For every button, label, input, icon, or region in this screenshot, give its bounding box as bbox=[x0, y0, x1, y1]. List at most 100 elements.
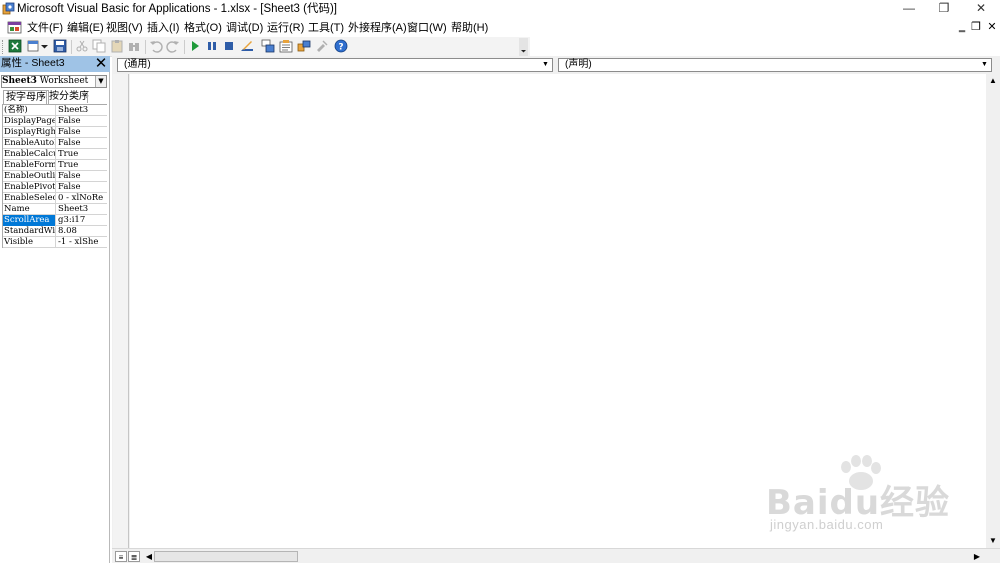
toolbar-overflow-button[interactable] bbox=[519, 38, 528, 56]
menu-insert[interactable]: 插入(I) bbox=[147, 21, 179, 35]
horizontal-scroll-thumb[interactable] bbox=[154, 551, 298, 562]
property-row[interactable]: EnableSelec 0 - xlNoRe bbox=[3, 193, 107, 204]
property-row[interactable]: DisplayPage False bbox=[3, 116, 107, 127]
properties-title-bar: 属性 - Sheet3 ✕ bbox=[0, 56, 110, 72]
property-value[interactable]: 0 - xlNoRe bbox=[57, 193, 107, 204]
design-mode-icon[interactable] bbox=[240, 39, 254, 53]
scroll-left-icon[interactable]: ◀ bbox=[144, 551, 154, 562]
property-name[interactable]: EnablePivot bbox=[3, 182, 56, 193]
property-name[interactable]: EnableCalcu bbox=[3, 149, 56, 160]
property-name[interactable]: EnableAutoF bbox=[3, 138, 56, 149]
chevron-down-icon[interactable]: ▼ bbox=[95, 76, 106, 87]
property-row[interactable]: (名称) Sheet3 bbox=[3, 105, 107, 116]
vba-app-icon bbox=[2, 2, 15, 15]
property-row[interactable]: EnableAutoF False bbox=[3, 138, 107, 149]
property-name[interactable]: ScrollArea bbox=[3, 215, 56, 226]
property-name[interactable]: Name bbox=[3, 204, 56, 215]
tab-categorized[interactable]: 按分类序 bbox=[46, 90, 91, 104]
object-combo[interactable]: (通用) ▼ bbox=[117, 58, 553, 72]
menu-tools[interactable]: 工具(T) bbox=[308, 21, 344, 35]
child-window-icon[interactable] bbox=[7, 20, 22, 35]
vertical-scrollbar[interactable]: ▲ ▼ bbox=[986, 74, 1000, 548]
procedure-combo[interactable]: (声明) ▼ bbox=[558, 58, 992, 72]
property-value[interactable]: True bbox=[57, 149, 107, 160]
toolbox-icon[interactable] bbox=[315, 39, 329, 53]
property-name[interactable]: EnableForma bbox=[3, 160, 56, 171]
save-icon[interactable] bbox=[53, 39, 67, 53]
property-row[interactable]: Name Sheet3 bbox=[3, 204, 107, 215]
close-button[interactable]: ✕ bbox=[963, 0, 999, 18]
cut-icon[interactable] bbox=[75, 39, 89, 53]
code-margin-indicator-bar[interactable] bbox=[113, 74, 129, 548]
property-row[interactable]: ScrollArea g3:i17 bbox=[3, 215, 107, 226]
property-name[interactable]: (名称) bbox=[3, 105, 56, 116]
property-name[interactable]: DisplayPage bbox=[3, 116, 56, 127]
chevron-down-icon[interactable]: ▼ bbox=[979, 60, 990, 70]
scroll-right-icon[interactable]: ▶ bbox=[972, 551, 982, 562]
menu-run[interactable]: 运行(R) bbox=[267, 21, 304, 35]
copy-icon[interactable] bbox=[92, 39, 106, 53]
menu-format[interactable]: 格式(O) bbox=[184, 21, 222, 35]
property-name[interactable]: EnableSelec bbox=[3, 193, 56, 204]
full-module-view-button[interactable]: ≣ bbox=[128, 551, 140, 562]
find-icon[interactable] bbox=[127, 39, 141, 53]
paste-icon[interactable] bbox=[110, 39, 124, 53]
property-value[interactable]: Sheet3 bbox=[57, 204, 107, 215]
mdi-close-button[interactable]: ✕ bbox=[985, 21, 999, 33]
property-row[interactable]: EnableForma True bbox=[3, 160, 107, 171]
chevron-down-icon[interactable] bbox=[40, 39, 49, 53]
property-row[interactable]: StandardWid 8.08 bbox=[3, 226, 107, 237]
property-value[interactable]: False bbox=[57, 182, 107, 193]
property-row[interactable]: EnableCalcu True bbox=[3, 149, 107, 160]
property-value[interactable]: -1 - xlShe bbox=[57, 237, 107, 248]
menu-help[interactable]: 帮助(H) bbox=[451, 21, 488, 35]
toolbar-grip[interactable] bbox=[2, 40, 5, 54]
property-value[interactable]: g3:i17 bbox=[57, 215, 107, 226]
property-row[interactable]: DisplayRigh False bbox=[3, 127, 107, 138]
procedure-view-button[interactable]: ≡ bbox=[115, 551, 127, 562]
insert-module-icon[interactable] bbox=[27, 39, 41, 53]
menu-debug[interactable]: 调试(D) bbox=[226, 21, 263, 35]
object-selector[interactable]: Sheet3 Worksheet ▼ bbox=[1, 75, 107, 88]
property-row[interactable]: EnableOutli False bbox=[3, 171, 107, 182]
property-value[interactable]: False bbox=[57, 127, 107, 138]
mdi-restore-button[interactable]: ❐ bbox=[969, 21, 983, 33]
scroll-down-icon[interactable]: ▼ bbox=[986, 534, 1000, 548]
reset-icon[interactable] bbox=[222, 39, 236, 53]
property-value[interactable]: Sheet3 bbox=[57, 105, 107, 116]
menu-window[interactable]: 窗口(W) bbox=[407, 21, 447, 35]
menu-view[interactable]: 视图(V) bbox=[106, 21, 143, 35]
redo-icon[interactable] bbox=[166, 39, 180, 53]
properties-icon[interactable] bbox=[279, 39, 293, 53]
help-icon[interactable]: ? bbox=[334, 39, 348, 53]
object-browser-icon[interactable] bbox=[297, 39, 311, 53]
property-name[interactable]: DisplayRigh bbox=[3, 127, 56, 138]
property-value[interactable]: True bbox=[57, 160, 107, 171]
menu-addins[interactable]: 外接程序(A) bbox=[348, 21, 407, 35]
excel-view-icon[interactable] bbox=[8, 39, 22, 53]
break-icon[interactable] bbox=[205, 39, 219, 53]
property-name[interactable]: Visible bbox=[3, 237, 56, 248]
property-name[interactable]: EnableOutli bbox=[3, 171, 56, 182]
project-explorer-icon[interactable] bbox=[261, 39, 275, 53]
property-row[interactable]: Visible -1 - xlShe bbox=[3, 237, 107, 248]
standard-toolbar: ? bbox=[0, 37, 530, 57]
tab-alphabetic[interactable]: 按字母序 bbox=[3, 90, 49, 104]
menu-edit[interactable]: 编辑(E) bbox=[67, 21, 104, 35]
run-icon[interactable] bbox=[188, 39, 202, 53]
restore-button[interactable]: ❐ bbox=[926, 0, 962, 18]
undo-icon[interactable] bbox=[149, 39, 163, 53]
property-name[interactable]: StandardWid bbox=[3, 226, 56, 237]
property-value[interactable]: False bbox=[57, 116, 107, 127]
property-value[interactable]: False bbox=[57, 138, 107, 149]
close-icon[interactable]: ✕ bbox=[93, 56, 109, 72]
minimize-button[interactable]: — bbox=[891, 0, 927, 18]
title-bar: Microsoft Visual Basic for Applications … bbox=[0, 0, 1000, 18]
property-value[interactable]: False bbox=[57, 171, 107, 182]
chevron-down-icon[interactable]: ▼ bbox=[540, 60, 551, 70]
property-value[interactable]: 8.08 bbox=[57, 226, 107, 237]
scroll-up-icon[interactable]: ▲ bbox=[986, 74, 1000, 88]
property-row[interactable]: EnablePivot False bbox=[3, 182, 107, 193]
menu-file[interactable]: 文件(F) bbox=[27, 21, 63, 35]
mdi-minimize-button[interactable]: ‗ bbox=[955, 21, 969, 33]
